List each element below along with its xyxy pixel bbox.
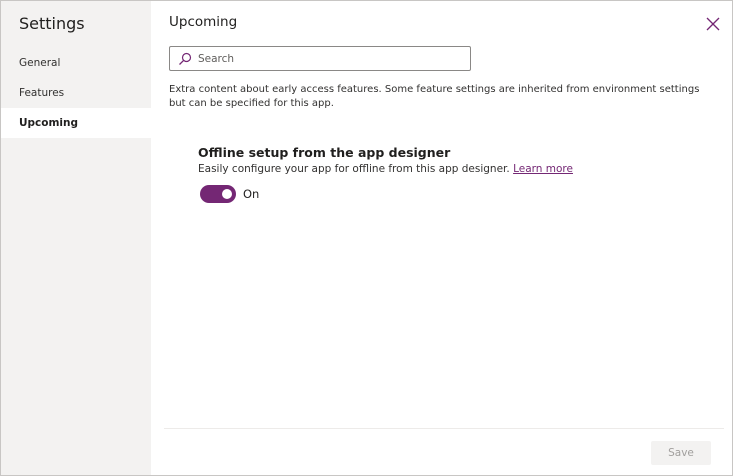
search-input[interactable] xyxy=(198,52,468,65)
close-button[interactable] xyxy=(704,15,722,33)
sidebar-item-features[interactable]: Features xyxy=(1,78,151,108)
main-panel: Upcoming Extra content about early acces… xyxy=(151,1,732,475)
sidebar: Settings General Features Upcoming xyxy=(1,1,151,475)
footer-divider xyxy=(164,428,724,429)
feature-description: Easily configure your app for offline fr… xyxy=(198,162,698,176)
settings-dialog: Settings General Features Upcoming Upcom… xyxy=(0,0,733,476)
sidebar-item-general[interactable]: General xyxy=(1,48,151,78)
toggle-state-label: On xyxy=(243,187,260,201)
close-icon xyxy=(706,17,720,31)
offline-setup-toggle[interactable] xyxy=(200,185,236,203)
page-description: Extra content about early access feature… xyxy=(169,84,700,109)
search-box[interactable] xyxy=(169,46,471,71)
feature-offline-setup: Offline setup from the app designer Easi… xyxy=(198,144,698,203)
sidebar-item-upcoming[interactable]: Upcoming xyxy=(1,108,151,138)
toggle-row: On xyxy=(198,185,698,203)
sidebar-nav: General Features Upcoming xyxy=(1,48,151,138)
save-button[interactable]: Save xyxy=(651,441,711,465)
feature-title: Offline setup from the app designer xyxy=(198,145,451,160)
feature-description-text: Easily configure your app for offline fr… xyxy=(198,163,510,175)
toggle-knob xyxy=(222,189,232,199)
sidebar-title: Settings xyxy=(19,14,85,33)
learn-more-link[interactable]: Learn more xyxy=(513,163,573,175)
page-title: Upcoming xyxy=(169,14,238,30)
search-icon xyxy=(179,52,192,65)
